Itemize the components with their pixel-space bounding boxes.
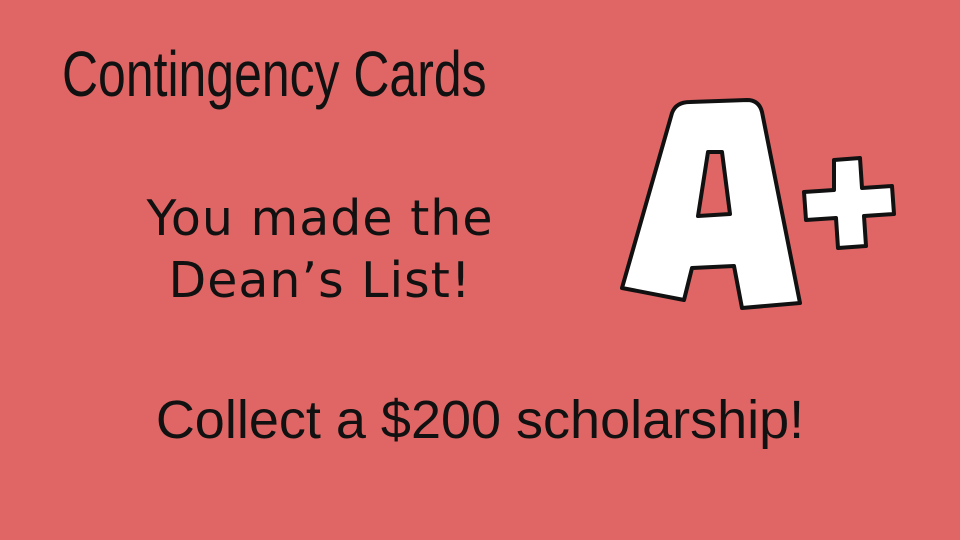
- contingency-card-slide: Contingency Cards You made the Dean’s Li…: [0, 0, 960, 540]
- slide-title: Contingency Cards: [62, 38, 487, 110]
- a-plus-icon: [620, 98, 896, 310]
- message-line-2: Dean’s List!: [168, 252, 472, 309]
- plus-sign-shape: [802, 156, 896, 250]
- message-line-1: You made the: [146, 190, 494, 247]
- scholarship-reward-text: Collect a $200 scholarship!: [155, 390, 805, 450]
- letter-a-shape: [620, 98, 802, 310]
- deans-list-message: You made the Dean’s List!: [70, 188, 570, 312]
